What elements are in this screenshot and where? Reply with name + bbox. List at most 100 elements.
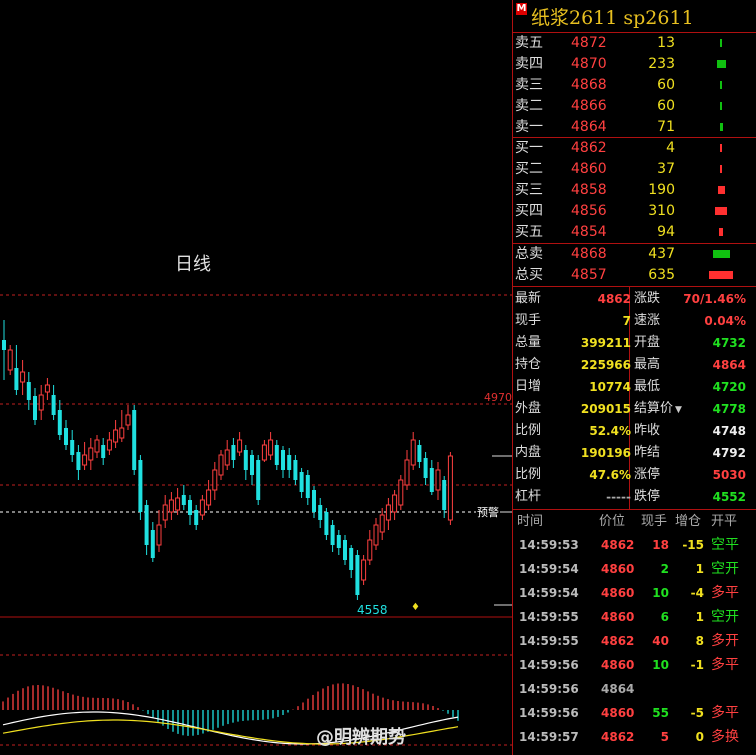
stat-label: 比例	[515, 467, 542, 482]
stat-row: 杠杆 ----- 跌停 4552	[513, 486, 756, 508]
ask-row[interactable]: 卖一 4864 71	[513, 117, 756, 138]
level-label: 卖三	[515, 77, 543, 93]
tick-qty: 5	[660, 730, 669, 744]
stat-label-text: 结算价	[634, 401, 674, 416]
candle-body	[429, 468, 434, 492]
tick-qty: 2	[660, 562, 669, 576]
stat-value: 4552	[712, 490, 746, 504]
tick-qty: 10	[652, 658, 669, 672]
tick-price: 4860	[601, 586, 635, 600]
candle-body	[33, 396, 37, 420]
level-price: 4872	[571, 35, 607, 51]
candle-body	[423, 458, 428, 478]
tick-row[interactable]: 14:59:53 4862 18 -15 空平	[513, 533, 756, 557]
ask-row[interactable]: 总卖 4868 437	[513, 244, 756, 265]
low-price-label: 4558	[357, 603, 388, 617]
tick-row[interactable]: 14:59:54 4860 10 -4 多平	[513, 581, 756, 605]
candle-body	[256, 460, 261, 500]
candle-body	[373, 524, 379, 546]
ask-row[interactable]: 卖三 4868 60	[513, 75, 756, 96]
stat-label: 外盘	[515, 401, 542, 416]
candle-body	[76, 452, 81, 470]
candle-body	[64, 428, 68, 445]
candle-body	[250, 455, 254, 475]
level-volume: 437	[648, 246, 675, 262]
bid-row[interactable]: 总买 4857 635	[513, 265, 756, 286]
stat-label: 昨收	[634, 420, 660, 442]
candle-body	[156, 524, 162, 546]
stat-label-text: 最低	[634, 379, 661, 394]
candle-body	[287, 455, 292, 470]
candle-body	[188, 500, 192, 515]
stat-label: 最高	[634, 354, 660, 376]
tick-row[interactable]: 14:59:54 4860 2 1 空开	[513, 557, 756, 581]
bid-row[interactable]: 买一 4862 4	[513, 138, 756, 159]
candle-body	[162, 504, 168, 521]
candle-body	[379, 514, 385, 533]
candle-body	[2, 340, 6, 350]
bid-row[interactable]: 买三 4858 190	[513, 180, 756, 201]
dropdown-icon[interactable]: ▼	[675, 405, 682, 415]
candle-body	[119, 427, 125, 439]
candle-body	[243, 450, 248, 470]
tick-row[interactable]: 14:59:56 4860 10 -1 多平	[513, 653, 756, 677]
bid-row[interactable]: 买二 4860 37	[513, 159, 756, 180]
candle-body	[144, 505, 149, 545]
volume-bar	[716, 60, 726, 68]
level-label: 总买	[515, 267, 543, 283]
stat-label-text: 跌停	[634, 489, 661, 504]
level-label: 买二	[515, 161, 543, 177]
volume-bar	[719, 228, 723, 236]
stat-label-text: 速涨	[634, 313, 661, 328]
candle-body	[299, 472, 304, 492]
tick-time: 14:59:56	[519, 658, 579, 672]
tick-row[interactable]: 14:59:56 4864	[513, 677, 756, 701]
candle-body	[199, 499, 205, 516]
volume-bar	[720, 165, 722, 173]
level-label: 买一	[515, 140, 543, 156]
ticks-separator	[513, 509, 756, 510]
stat-label: 涨停	[634, 464, 660, 486]
ask-row[interactable]: 卖四 4870 233	[513, 54, 756, 75]
tick-oi: -5	[690, 706, 704, 720]
stat-label: 跌停	[634, 486, 660, 508]
tick-price: 4862	[601, 634, 635, 648]
contract-title[interactable]: 纸浆2611 sp2611	[531, 3, 694, 30]
tick-row[interactable]: 14:59:56 4860 55 -5 多平	[513, 701, 756, 725]
candle-body	[312, 490, 316, 512]
candle-body	[367, 539, 373, 561]
stat-value: 225966	[580, 358, 631, 372]
chart-period-label: 日线	[175, 254, 211, 275]
tick-row[interactable]: 14:59:57 4862 5 0 多换	[513, 725, 756, 749]
candle-body	[150, 530, 155, 558]
candle-body	[212, 469, 218, 491]
stat-label: 现手	[515, 313, 542, 328]
candle-body	[318, 505, 323, 520]
tick-qty: 40	[652, 634, 669, 648]
ask-row[interactable]: 卖五 4872 13	[513, 33, 756, 54]
ticks-header-time: 时间	[517, 514, 544, 529]
candle-body	[113, 429, 119, 443]
volume-bar	[719, 123, 723, 131]
bid-row[interactable]: 买五 4854 94	[513, 222, 756, 243]
kline-chart[interactable]: 日线 4970 预警 4558 ♦	[0, 0, 512, 755]
tick-row[interactable]: 14:59:55 4862 40 8 多开	[513, 629, 756, 653]
candle-body	[349, 548, 354, 570]
level-volume: 310	[648, 203, 675, 219]
level-price: 4854	[571, 224, 607, 240]
tick-row[interactable]: 14:59:55 4860 6 1 空开	[513, 605, 756, 629]
candle-body	[51, 395, 56, 415]
tick-oi: 1	[695, 562, 704, 576]
stat-row: 日增 10774 最低 4720	[513, 376, 756, 398]
stat-value: 7	[622, 314, 631, 328]
level-volume: 71	[657, 119, 675, 135]
level-label: 卖五	[515, 35, 543, 51]
candle-body	[82, 454, 88, 466]
candle-body	[398, 479, 404, 506]
ask-row[interactable]: 卖二 4866 60	[513, 96, 756, 117]
stat-value: 10774	[589, 380, 631, 394]
candle-body	[268, 439, 274, 456]
bid-row[interactable]: 买四 4856 310	[513, 201, 756, 222]
candle-body	[237, 439, 243, 453]
candle-body	[336, 535, 341, 548]
